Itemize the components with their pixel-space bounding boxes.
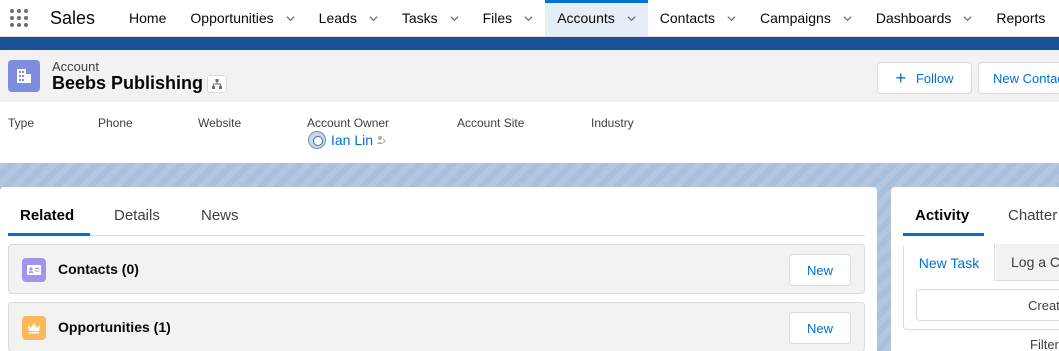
tab-new-task[interactable]: New Task bbox=[904, 244, 995, 281]
field-label-account-site: Account Site bbox=[457, 116, 525, 130]
record-title: Beebs Publishing bbox=[52, 73, 204, 93]
create-task-input[interactable]: Create a task... bbox=[916, 289, 1059, 321]
nav-label: Accounts bbox=[557, 10, 615, 26]
related-list-opportunities: Opportunities (1) New bbox=[8, 302, 865, 351]
nav-item-accounts[interactable]: Accounts bbox=[545, 0, 648, 36]
new-opportunity-button[interactable]: New bbox=[789, 312, 851, 344]
header-band bbox=[0, 37, 1059, 50]
nav-item-opportunities[interactable]: Opportunities bbox=[178, 0, 306, 36]
nav-item-contacts[interactable]: Contacts bbox=[648, 0, 748, 36]
related-list-contacts: Contacts (0) New bbox=[8, 244, 865, 294]
nav-label: Leads bbox=[318, 10, 357, 26]
chevron-down-icon[interactable] bbox=[963, 14, 972, 23]
nav-item-files[interactable]: Files bbox=[471, 0, 546, 36]
chevron-down-icon[interactable] bbox=[727, 14, 736, 23]
related-list-title[interactable]: Contacts (0) bbox=[58, 261, 139, 277]
record-type-label: Account bbox=[52, 59, 99, 74]
chevron-down-icon[interactable] bbox=[450, 14, 459, 23]
tab-divider bbox=[8, 235, 865, 236]
nav-label: Campaigns bbox=[760, 10, 831, 26]
follow-button[interactable]: + Follow bbox=[877, 62, 972, 94]
app-launcher-icon[interactable] bbox=[0, 0, 38, 36]
account-owner-value: Ian Lin bbox=[308, 131, 386, 149]
field-label-type: Type bbox=[8, 116, 35, 130]
related-list-title[interactable]: Opportunities (1) bbox=[58, 319, 171, 335]
plus-icon: + bbox=[895, 68, 906, 88]
crown-icon bbox=[22, 316, 46, 340]
nav-label: Dashboards bbox=[875, 10, 952, 26]
nav-label: Reports bbox=[996, 10, 1046, 26]
nav-item-leads[interactable]: Leads bbox=[307, 0, 390, 36]
chevron-down-icon[interactable] bbox=[843, 14, 852, 23]
nav-item-campaigns[interactable]: Campaigns bbox=[748, 0, 864, 36]
chevron-down-icon[interactable] bbox=[524, 14, 533, 23]
account-owner-link[interactable]: Ian Lin bbox=[331, 132, 373, 148]
global-nav: Sales Home Opportunities Leads Tasks Fil… bbox=[0, 0, 1059, 37]
follow-label: Follow bbox=[915, 70, 954, 86]
filters-label[interactable]: Filters bbox=[1030, 337, 1059, 351]
field-label-website: Website bbox=[198, 116, 242, 130]
avatar[interactable] bbox=[308, 131, 326, 149]
nav-label: Tasks bbox=[401, 10, 438, 26]
nav-item-reports[interactable]: Reports bbox=[984, 0, 1057, 36]
field-label-account-owner: Account Owner bbox=[307, 116, 390, 130]
hierarchy-icon bbox=[212, 79, 222, 89]
nav-label: Contacts bbox=[659, 10, 716, 26]
new-contact-label: New Contact bbox=[993, 70, 1059, 86]
new-contact-button[interactable]: New Contact bbox=[978, 62, 1059, 94]
field-label-industry: Industry bbox=[591, 116, 634, 130]
nav-label: Opportunities bbox=[190, 10, 274, 26]
tab-news[interactable]: News bbox=[201, 207, 239, 224]
tab-active-indicator bbox=[8, 233, 90, 236]
chevron-down-icon[interactable] bbox=[369, 14, 378, 23]
nav-label: Files bbox=[482, 10, 513, 26]
new-contact-related-button[interactable]: New bbox=[789, 254, 851, 286]
change-owner-icon[interactable] bbox=[376, 135, 386, 145]
app-name: Sales bbox=[50, 7, 96, 28]
nav-item-tasks[interactable]: Tasks bbox=[390, 0, 471, 36]
tab-related[interactable]: Related bbox=[20, 207, 74, 224]
tab-details[interactable]: Details bbox=[114, 207, 160, 224]
highlights-panel bbox=[0, 102, 1059, 163]
tab-log-a-call[interactable]: Log a Call bbox=[996, 244, 1059, 281]
tab-active-indicator bbox=[903, 233, 984, 236]
chevron-down-icon[interactable] bbox=[286, 14, 295, 23]
tab-activity[interactable]: Activity bbox=[915, 207, 969, 224]
field-label-phone: Phone bbox=[98, 116, 133, 130]
tab-chatter[interactable]: Chatter bbox=[1008, 207, 1057, 224]
hierarchy-button[interactable] bbox=[207, 75, 227, 93]
account-icon bbox=[8, 60, 40, 92]
nav-item-dashboards[interactable]: Dashboards bbox=[864, 0, 985, 36]
nav-label: Home bbox=[129, 10, 167, 26]
chevron-down-icon[interactable] bbox=[627, 14, 636, 23]
contact-card-icon bbox=[22, 258, 46, 282]
nav-item-home[interactable]: Home bbox=[117, 0, 178, 36]
